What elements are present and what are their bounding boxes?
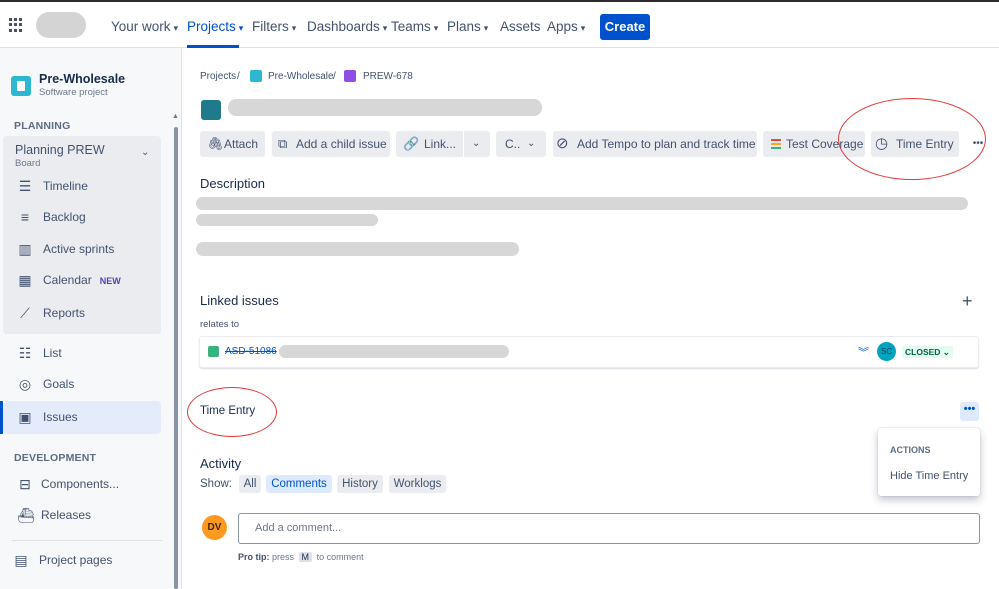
- filter-all[interactable]: All: [239, 475, 261, 493]
- create-button[interactable]: Create: [600, 14, 650, 40]
- split-divider: [463, 131, 464, 157]
- reports-icon: ⟋: [20, 305, 30, 321]
- releases-icon: ⛴: [17, 507, 35, 523]
- show-label: Show:: [200, 478, 232, 490]
- calendar-icon: ▦: [18, 272, 32, 288]
- pro-tip: Pro tip: press M to comment: [238, 552, 364, 562]
- board-icon: ▥: [18, 241, 32, 257]
- nav-your-work[interactable]: Your work ▾: [111, 19, 178, 34]
- coverage-bar-red: [771, 139, 781, 141]
- development-heading: DEVELOPMENT: [14, 452, 97, 464]
- redacted-description-line[interactable]: [196, 214, 378, 226]
- pages-icon: ▤: [14, 552, 28, 568]
- board-selector[interactable]: Planning PREW: [15, 143, 105, 157]
- chevron-down-icon: ▾: [291, 23, 297, 33]
- nav-apps[interactable]: Apps ▾: [547, 19, 585, 34]
- site-logo[interactable]: [36, 12, 86, 38]
- list-icon: ☷: [18, 345, 32, 361]
- comment-placeholder: Add a comment...: [255, 522, 342, 534]
- comment-input[interactable]: [238, 513, 980, 544]
- app-switcher-icon[interactable]: [9, 18, 23, 32]
- project-type: Software project: [39, 87, 108, 98]
- project-icon: [250, 70, 262, 82]
- nav-filters[interactable]: Filters ▾: [252, 19, 296, 34]
- status-badge[interactable]: CLOSED ⌄: [902, 346, 953, 358]
- sidebar-scrollbar[interactable]: [174, 127, 178, 589]
- story-icon: [208, 346, 219, 357]
- chevron-down-icon[interactable]: ⌄: [141, 147, 149, 158]
- nav-dashboards[interactable]: Dashboards ▾: [307, 19, 387, 34]
- components-icon: ⊟: [19, 476, 31, 492]
- keyboard-key: M: [298, 552, 313, 562]
- breadcrumb-project[interactable]: Pre-Wholesale: [268, 71, 334, 82]
- issue-type-icon[interactable]: [201, 100, 221, 120]
- board-subtitle: Board: [15, 158, 41, 169]
- chevron-down-icon: ▾: [173, 23, 179, 33]
- coverage-bar-green: [771, 147, 781, 149]
- priority-low-icon: ︾: [858, 347, 869, 359]
- user-avatar[interactable]: DV: [202, 515, 227, 540]
- redacted-description-line[interactable]: [196, 242, 519, 256]
- link-icon: 🔗: [403, 136, 420, 151]
- breadcrumb-issue-key[interactable]: PREW-678: [363, 71, 413, 82]
- add-linked-issue-icon[interactable]: +: [962, 291, 973, 312]
- filter-worklogs[interactable]: Worklogs: [389, 475, 446, 493]
- project-avatar-icon: [11, 76, 31, 96]
- link-issue-button[interactable]: 🔗 Link... ⌄: [396, 131, 490, 157]
- new-badge: NEW: [99, 276, 121, 286]
- filter-history[interactable]: History: [337, 475, 383, 493]
- chevron-down-icon: ▾: [382, 23, 388, 33]
- top-navigation-bar: Your work ▾ Projects ▾ Filters ▾ Dashboards…: [0, 0, 999, 48]
- chevron-down-icon[interactable]: ⌄: [472, 131, 480, 157]
- chevron-down-icon: ▾: [483, 23, 489, 33]
- linked-issues-heading: Linked issues: [200, 293, 279, 308]
- epic-icon: [344, 70, 356, 82]
- attachment-icon: 🖇: [207, 136, 224, 151]
- description-heading: Description: [200, 176, 266, 191]
- scroll-up-arrow-icon[interactable]: ▲: [172, 113, 179, 120]
- child-issue-icon: ⧉: [278, 136, 288, 151]
- activity-heading: Activity: [200, 456, 242, 471]
- check-circle-icon: ⊘: [556, 135, 569, 152]
- chevron-down-icon: ⌄: [527, 138, 536, 149]
- time-entry-more-button[interactable]: •••: [960, 402, 979, 421]
- annotation-ellipse: [838, 98, 986, 180]
- redacted-issue-title[interactable]: [228, 99, 542, 116]
- nav-teams[interactable]: Teams ▾: [391, 19, 438, 34]
- nav-plans[interactable]: Plans ▾: [447, 19, 488, 34]
- planning-heading: PLANNING: [14, 120, 71, 132]
- chevron-down-icon: ▾: [238, 23, 244, 33]
- c-menu-button[interactable]: C.. ⌄: [496, 131, 546, 157]
- filter-comments[interactable]: Comments: [266, 475, 332, 493]
- linked-issue-key[interactable]: ASD-51086: [225, 346, 277, 357]
- assignee-avatar[interactable]: SC: [877, 342, 896, 361]
- redacted-linked-issue-summary[interactable]: [279, 345, 509, 358]
- timeline-icon: ☰: [18, 178, 32, 194]
- backlog-icon: ≡: [20, 209, 30, 225]
- breadcrumb-separator: /: [333, 71, 336, 82]
- redacted-description-line[interactable]: [196, 197, 968, 210]
- active-nav-indicator: [187, 45, 239, 48]
- sidebar-divider: [12, 540, 162, 541]
- coverage-bar-yellow: [771, 143, 781, 145]
- issues-icon: ▣: [18, 409, 32, 425]
- goals-icon: ◎: [18, 376, 32, 392]
- add-child-issue-button[interactable]: ⧉ Add a child issue: [272, 131, 390, 157]
- project-name[interactable]: Pre-Wholesale: [39, 72, 125, 86]
- breadcrumb-separator: /: [237, 71, 240, 82]
- attach-button[interactable]: 🖇 Attach: [200, 131, 265, 157]
- relation-type: relates to: [200, 319, 240, 330]
- add-tempo-button[interactable]: ⊘ Add Tempo to plan and track time: [553, 131, 757, 157]
- annotation-ellipse: [187, 387, 277, 437]
- chevron-down-icon: ▾: [433, 23, 439, 33]
- hide-time-entry-item[interactable]: Hide Time Entry: [890, 470, 968, 482]
- nav-assets[interactable]: Assets: [500, 19, 541, 34]
- sidebar-active-indicator: [0, 401, 3, 434]
- chevron-down-icon: ▾: [580, 23, 586, 33]
- breadcrumb-projects[interactable]: Projects: [200, 71, 236, 82]
- nav-projects[interactable]: Projects ▾: [187, 19, 243, 34]
- actions-title: ACTIONS: [890, 445, 931, 455]
- actions-dropdown: [878, 428, 980, 496]
